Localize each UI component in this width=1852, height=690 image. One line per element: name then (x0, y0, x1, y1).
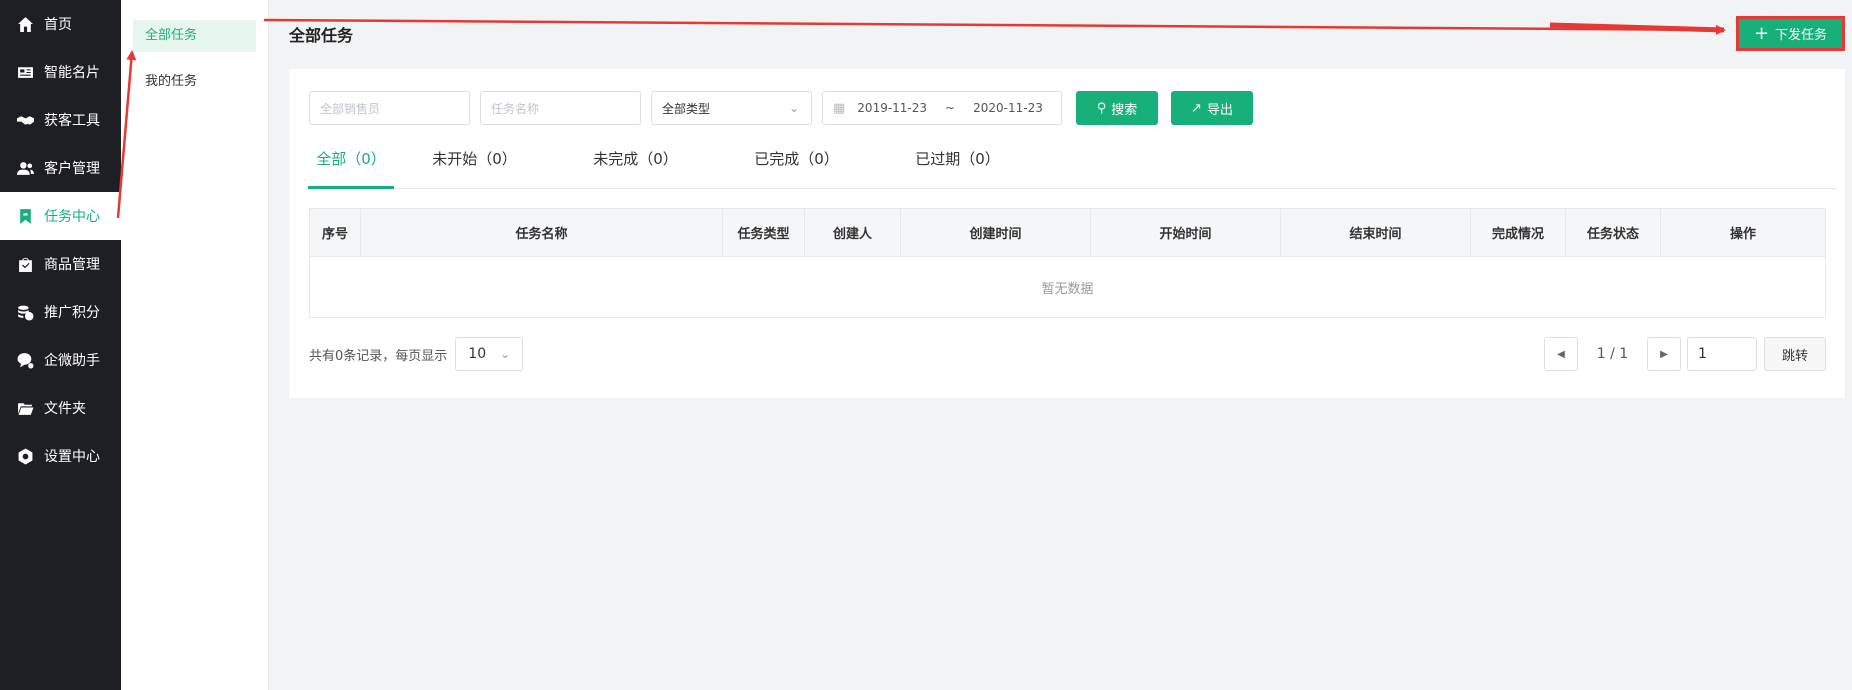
column-header: 结束时间 (1281, 209, 1471, 256)
date-separator: ~ (945, 101, 956, 115)
nav-item-task-center[interactable]: 任务中心 (0, 192, 121, 240)
empty-state: 暂无数据 (1041, 281, 1094, 297)
arrow-to-issue-task (263, 18, 1726, 35)
page-info: 1 / 1 (1596, 346, 1629, 362)
nav-item-label: 设置中心 (44, 449, 100, 465)
task-type-select[interactable]: 全部类型 ⌄ (651, 91, 812, 125)
page-title: 全部任务 (289, 26, 354, 45)
search-icon: ⚲ (1096, 100, 1107, 116)
column-header: 开始时间 (1091, 209, 1281, 256)
bookmark-icon (16, 207, 34, 225)
nav-item-product-management[interactable]: 商品管理 (0, 240, 121, 288)
tab-not-started[interactable]: 未开始（0） (394, 141, 555, 189)
nav-item-label: 获客工具 (44, 113, 100, 129)
nav-item-label: 首页 (44, 17, 72, 33)
coins-icon (16, 303, 34, 321)
page-size-value: 10 (468, 346, 487, 362)
nav-item-promotion-points[interactable]: 推广积分 (0, 288, 121, 336)
gear-icon (16, 447, 34, 465)
chat-icon (16, 351, 34, 369)
column-header: 任务类型 (723, 209, 805, 256)
filter-bar: 全部销售员 任务名称 全部类型 ⌄ ▦ 2019-11-23 ~ 2020-11… (309, 91, 1253, 125)
pager: ◀ 1 / 1 ▶ 1 跳转 (1544, 336, 1826, 372)
handshake-icon (16, 111, 34, 129)
subnav-item-all-tasks[interactable]: 全部任务 (133, 20, 256, 52)
table-header: 序号 任务名称 任务类型 创建人 创建时间 开始时间 结束时间 完成情况 任务状… (310, 209, 1825, 257)
export-button-label: 导出 (1206, 102, 1233, 118)
main-sidebar: 首页 智能名片 获客工具 客户管理 任务中心 商品管理 推广积分 企微助手 文件… (0, 0, 121, 690)
bag-icon (16, 255, 34, 273)
pagination-bar: 共有0条记录，每页显示 10 ⌄ ◀ 1 / 1 ▶ 1 跳转 (309, 336, 1826, 372)
subnav-item-my-tasks[interactable]: 我的任务 (133, 66, 256, 98)
tab-all[interactable]: 全部（0） (308, 141, 394, 189)
plus-icon: + (1753, 22, 1770, 44)
nav-item-label: 智能名片 (44, 65, 100, 81)
nav-item-home[interactable]: 首页 (0, 0, 121, 48)
sub-sidebar: 全部任务 我的任务 (121, 0, 269, 690)
folder-icon (16, 399, 34, 417)
jump-page-input[interactable]: 1 (1687, 337, 1757, 371)
date-start: 2019-11-23 (857, 101, 928, 115)
column-header: 完成情况 (1471, 209, 1566, 256)
tab-expired[interactable]: 已过期（0） (877, 141, 1038, 189)
nav-item-acquisition-tools[interactable]: 获客工具 (0, 96, 121, 144)
task-table: 序号 任务名称 任务类型 创建人 创建时间 开始时间 结束时间 完成情况 任务状… (309, 208, 1826, 318)
nav-item-label: 文件夹 (44, 401, 86, 417)
task-name-input[interactable]: 任务名称 (480, 91, 641, 125)
task-type-value: 全部类型 (662, 101, 711, 116)
column-header: 任务名称 (361, 209, 723, 256)
issue-task-label: 下发任务 (1775, 28, 1828, 43)
caret-right-icon: ▶ (1660, 348, 1668, 360)
date-end: 2020-11-23 (973, 101, 1043, 115)
home-icon (16, 15, 34, 33)
column-header: 创建时间 (901, 209, 1091, 256)
export-button[interactable]: ↗ 导出 (1171, 91, 1253, 125)
nav-item-label: 任务中心 (44, 209, 100, 225)
chevron-down-icon: ⌄ (500, 347, 511, 361)
nav-item-label: 客户管理 (44, 161, 100, 177)
calendar-icon: ▦ (833, 100, 846, 116)
export-icon: ↗ (1191, 100, 1202, 116)
record-summary: 共有0条记录，每页显示 10 ⌄ (309, 336, 524, 372)
search-button-label: 搜索 (1111, 102, 1138, 118)
column-header: 操作 (1729, 227, 1756, 242)
nav-item-label: 商品管理 (44, 257, 100, 273)
nav-item-settings[interactable]: 设置中心 (0, 432, 121, 480)
date-range-picker[interactable]: ▦ 2019-11-23 ~ 2020-11-23 (822, 91, 1062, 125)
jump-button[interactable]: 跳转 (1764, 337, 1826, 371)
task-list-card: 全部销售员 任务名称 全部类型 ⌄ ▦ 2019-11-23 ~ 2020-11… (289, 69, 1845, 398)
status-tabs: 全部（0） 未开始（0） 未完成（0） 已完成（0） 已过期（0） (308, 141, 1837, 189)
nav-item-folder[interactable]: 文件夹 (0, 384, 121, 432)
nav-item-wecom-assistant[interactable]: 企微助手 (0, 336, 121, 384)
arrow-shaft-accent (1549, 22, 1725, 33)
nav-item-label: 企微助手 (44, 353, 100, 369)
column-header: 序号 (310, 209, 361, 256)
next-page-button[interactable]: ▶ (1647, 337, 1681, 371)
nav-item-customer-management[interactable]: 客户管理 (0, 144, 121, 192)
nav-item-smart-card[interactable]: 智能名片 (0, 48, 121, 96)
caret-left-icon: ◀ (1557, 348, 1565, 360)
prev-page-button[interactable]: ◀ (1544, 337, 1578, 371)
column-header: 创建人 (805, 209, 901, 256)
page-size-select[interactable]: 10 ⌄ (455, 337, 524, 371)
tab-incomplete[interactable]: 未完成（0） (555, 141, 716, 189)
salesperson-input[interactable]: 全部销售员 (309, 91, 470, 125)
card-icon (16, 63, 34, 81)
nav-item-label: 推广积分 (44, 305, 100, 321)
chevron-down-icon: ⌄ (788, 101, 799, 115)
column-header: 任务状态 (1566, 209, 1661, 256)
search-button[interactable]: ⚲ 搜索 (1076, 91, 1158, 125)
users-icon (16, 159, 34, 177)
tab-completed[interactable]: 已完成（0） (716, 141, 877, 189)
issue-task-button[interactable]: + 下发任务 (1736, 16, 1845, 51)
total-records-text: 共有0条记录，每页显示 (309, 348, 448, 364)
